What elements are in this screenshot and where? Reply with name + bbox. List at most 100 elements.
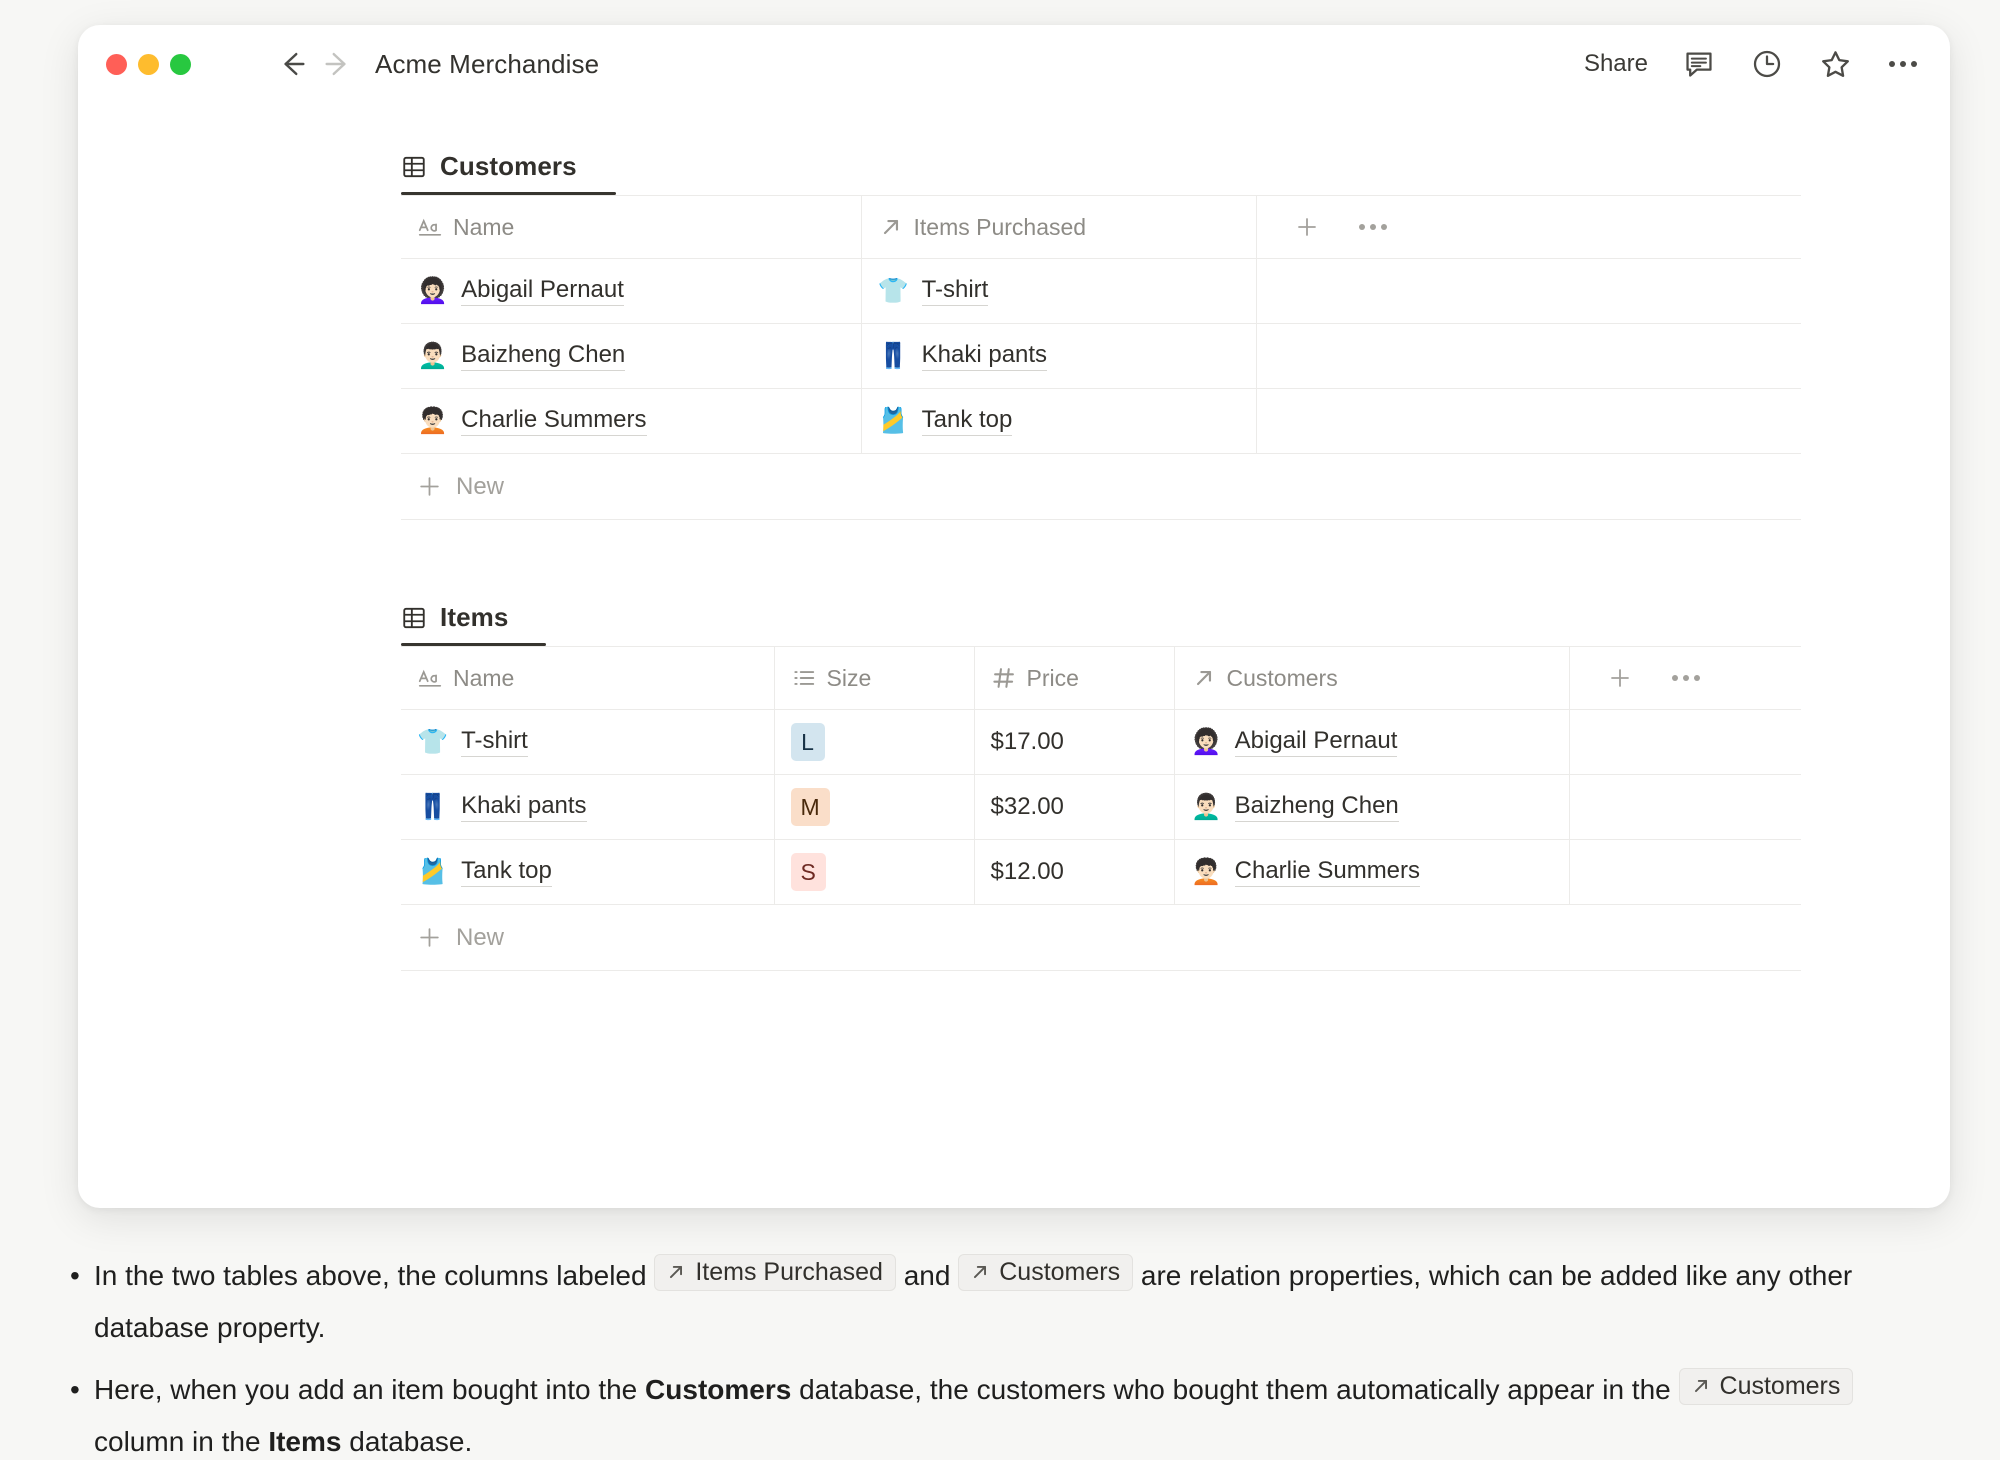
share-button[interactable]: Share (1584, 50, 1648, 78)
bullet-marker: • (60, 1364, 94, 1416)
chip-label: Customers (1720, 1372, 1841, 1401)
relation-link[interactable]: Charlie Summers (1235, 857, 1420, 887)
relation-arrow-icon (878, 214, 904, 240)
item-emoji-icon: 👕 (417, 730, 448, 755)
add-new-row-label: New (456, 924, 504, 952)
chip-items-purchased: Items Purchased (654, 1254, 896, 1292)
bullet-marker: • (60, 1250, 94, 1302)
cell-empty (1569, 775, 1801, 840)
history-clock-icon[interactable] (1750, 47, 1784, 81)
item-emoji-icon: 🎽 (878, 409, 909, 434)
note-text-part1: In the two tables above, the columns lab… (94, 1260, 647, 1291)
comment-icon[interactable] (1682, 47, 1716, 81)
table-row[interactable]: 🧑🏻‍🦱 Charlie Summers 🎽 Tank top (401, 389, 1801, 454)
cell-name[interactable]: 🧑🏻‍🦱 Charlie Summers (401, 389, 861, 454)
column-header-name[interactable]: Name (401, 647, 774, 710)
cell-price[interactable]: $32.00 (974, 775, 1174, 840)
add-column-icon[interactable] (1608, 666, 1632, 690)
size-badge: L (791, 723, 825, 761)
column-header-customers[interactable]: Customers (1174, 647, 1569, 710)
row-title-link[interactable]: Tank top (461, 857, 552, 887)
relation-link[interactable]: Tank top (922, 406, 1013, 436)
relation-link[interactable]: Khaki pants (922, 341, 1047, 371)
cell-name[interactable]: 👩🏻‍🦱 Abigail Pernaut (401, 259, 861, 324)
database-name: Items (440, 602, 508, 633)
traffic-lights (106, 54, 191, 75)
cell-name[interactable]: 👕 T-shirt (401, 710, 774, 775)
row-title-link[interactable]: Abigail Pernaut (461, 276, 624, 306)
cell-items-purchased[interactable]: 👕 T-shirt (861, 259, 1256, 324)
cell-price[interactable]: $12.00 (974, 840, 1174, 905)
cell-customers[interactable]: 👨🏻‍🦱 Baizheng Chen (1174, 775, 1569, 840)
cell-empty (1256, 389, 1801, 454)
cell-name[interactable]: 👖 Khaki pants (401, 775, 774, 840)
add-new-row-button[interactable]: New (401, 905, 1801, 971)
chip-customers: Customers (1679, 1368, 1854, 1406)
chip-label: Items Purchased (695, 1258, 883, 1287)
database-title-row[interactable]: Customers (401, 151, 1801, 192)
select-list-icon (791, 665, 817, 691)
maximize-window-button[interactable] (170, 54, 191, 75)
person-emoji-icon: 👩🏻‍🦱 (1191, 730, 1222, 755)
table-row[interactable]: 🎽 Tank top S $12.00 🧑🏻‍🦱 Charlie Summers (401, 840, 1801, 905)
table-row[interactable]: 👕 T-shirt L $17.00 👩🏻‍🦱 Abigail Pernaut (401, 710, 1801, 775)
close-window-button[interactable] (106, 54, 127, 75)
column-header-items-purchased[interactable]: Items Purchased (861, 196, 1256, 259)
notes-list: • In the two tables above, the columns l… (60, 1250, 1960, 1460)
star-icon[interactable] (1818, 47, 1852, 81)
relation-link[interactable]: T-shirt (922, 276, 989, 306)
cell-name[interactable]: 🎽 Tank top (401, 840, 774, 905)
page-root: Acme Merchandise Share (0, 0, 2000, 1460)
database-table-icon (401, 154, 427, 180)
relation-arrow-icon (969, 1261, 991, 1283)
row-title-link[interactable]: Khaki pants (461, 792, 586, 822)
row-title-link[interactable]: T-shirt (461, 727, 528, 757)
back-arrow-icon[interactable] (275, 47, 309, 81)
note-bold-items: Items (268, 1426, 341, 1457)
cell-items-purchased[interactable]: 👖 Khaki pants (861, 324, 1256, 389)
cell-size[interactable]: S (774, 840, 974, 905)
column-more-options-icon[interactable] (1359, 224, 1387, 230)
person-emoji-icon: 🧑🏻‍🦱 (417, 409, 448, 434)
add-column-icon[interactable] (1295, 215, 1319, 239)
cell-name[interactable]: 👨🏻‍🦱 Baizheng Chen (401, 324, 861, 389)
table-row[interactable]: 👨🏻‍🦱 Baizheng Chen 👖 Khaki pants (401, 324, 1801, 389)
cell-customers[interactable]: 🧑🏻‍🦱 Charlie Summers (1174, 840, 1569, 905)
list-item: • Here, when you add an item bought into… (60, 1364, 1960, 1460)
column-header-actions (1569, 647, 1801, 710)
table-row[interactable]: 👩🏻‍🦱 Abigail Pernaut 👕 T-shirt (401, 259, 1801, 324)
row-title-link[interactable]: Baizheng Chen (461, 341, 625, 371)
column-header-price[interactable]: Price (974, 647, 1174, 710)
relation-link[interactable]: Abigail Pernaut (1235, 727, 1398, 757)
add-new-row-button[interactable]: New (401, 454, 1801, 520)
column-more-options-icon[interactable] (1672, 675, 1700, 681)
cell-empty (1569, 710, 1801, 775)
cell-size[interactable]: L (774, 710, 974, 775)
database-name: Customers (440, 151, 577, 182)
cell-customers[interactable]: 👩🏻‍🦱 Abigail Pernaut (1174, 710, 1569, 775)
cell-empty (1569, 840, 1801, 905)
database-title-row[interactable]: Items (401, 602, 1801, 643)
cell-price[interactable]: $17.00 (974, 710, 1174, 775)
cell-items-purchased[interactable]: 🎽 Tank top (861, 389, 1256, 454)
row-title-link[interactable]: Charlie Summers (461, 406, 646, 436)
hamburger-menu-icon[interactable] (217, 51, 251, 77)
forward-arrow-icon[interactable] (321, 47, 355, 81)
note-text-part3: column in the (94, 1426, 261, 1457)
minimize-window-button[interactable] (138, 54, 159, 75)
relation-link[interactable]: Baizheng Chen (1235, 792, 1399, 822)
person-emoji-icon: 👨🏻‍🦱 (417, 344, 448, 369)
column-header-name[interactable]: Name (401, 196, 861, 259)
relation-arrow-icon (665, 1261, 687, 1283)
titlebar-actions: Share (1584, 47, 1920, 81)
window-content: Customers (78, 103, 1950, 971)
column-header-size[interactable]: Size (774, 647, 974, 710)
size-badge: S (791, 853, 826, 891)
item-emoji-icon: 👕 (878, 279, 909, 304)
title-aa-icon (417, 214, 443, 240)
table-row[interactable]: 👖 Khaki pants M $32.00 👨🏻‍🦱 Baizheng Che (401, 775, 1801, 840)
chip-label: Customers (999, 1258, 1120, 1287)
list-item: • In the two tables above, the columns l… (60, 1250, 1960, 1354)
more-options-icon[interactable] (1886, 47, 1920, 81)
cell-size[interactable]: M (774, 775, 974, 840)
